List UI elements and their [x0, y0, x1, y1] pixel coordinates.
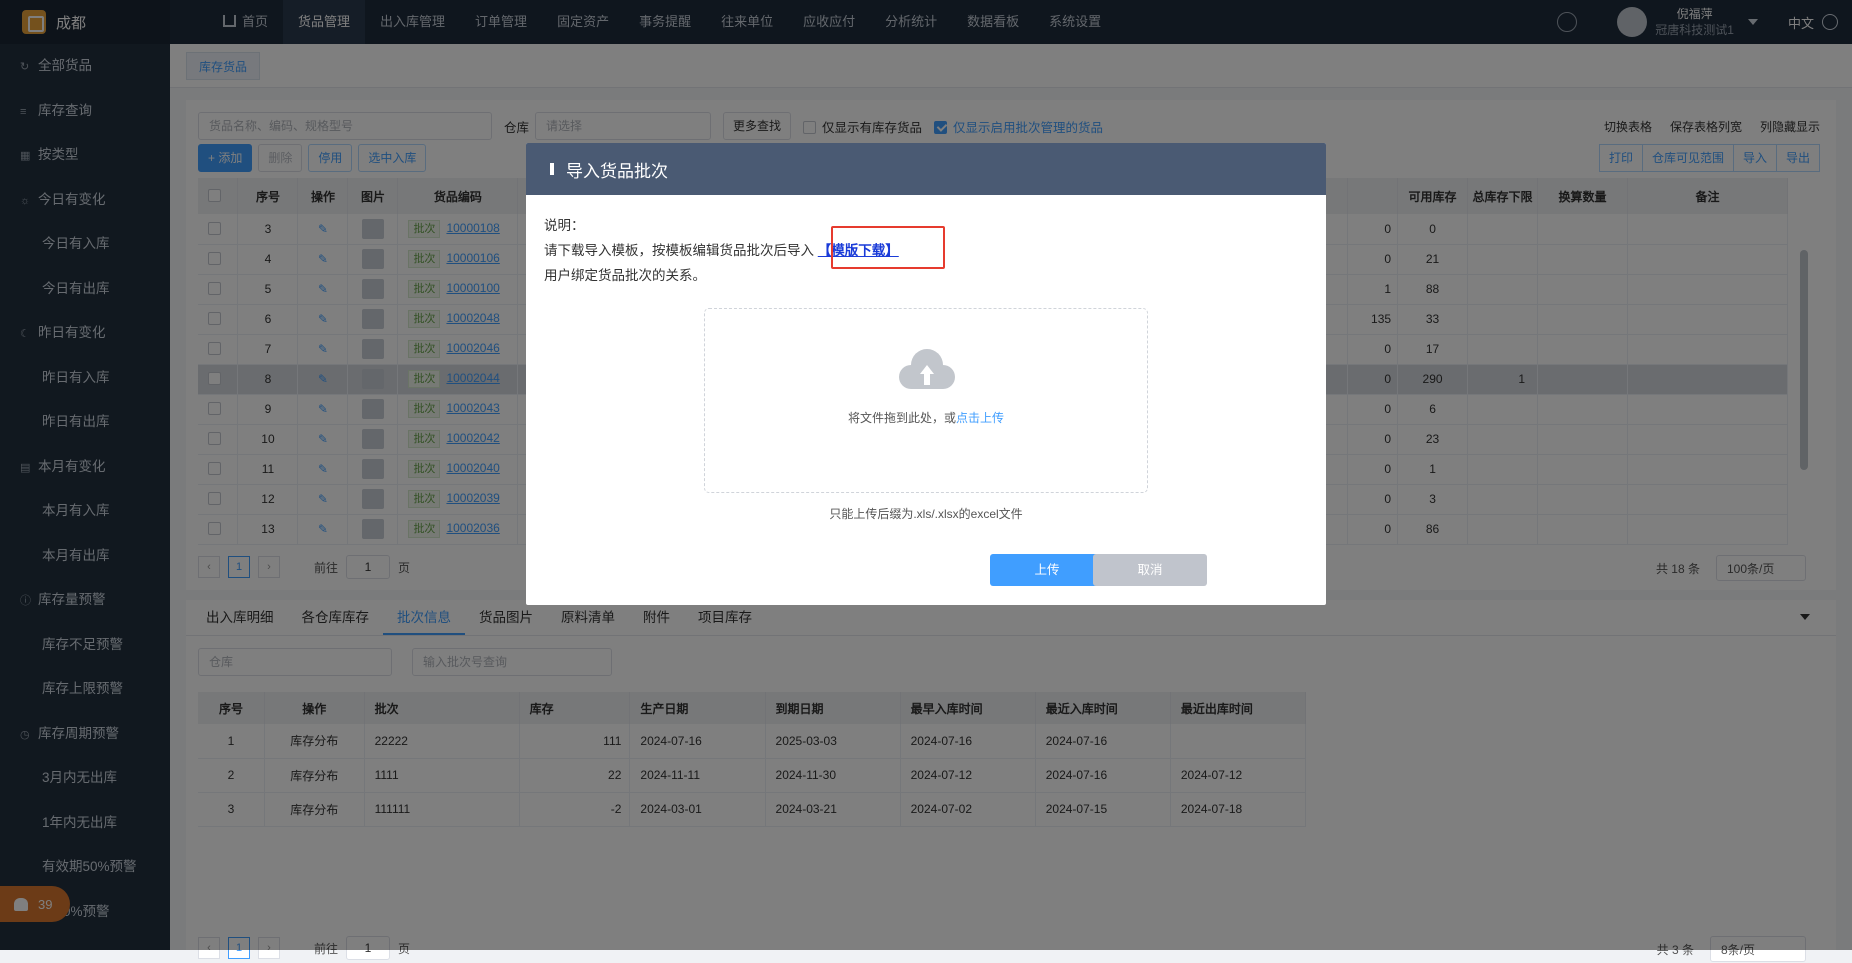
upload-cloud-icon	[899, 349, 955, 389]
dialog-header: 导入货品批次	[526, 143, 1326, 195]
import-batch-dialog: 导入货品批次 说明： 请下载导入模板，按模板编辑货品批次后导入 【模版下载】 用…	[526, 143, 1326, 605]
drop-text: 将文件拖到此处，或	[847, 411, 956, 425]
click-upload-link[interactable]: 点击上传	[956, 411, 1004, 425]
dialog-title: 导入货品批次	[566, 161, 668, 181]
highlight-box	[831, 226, 945, 269]
cancel-button[interactable]: 取消	[1093, 554, 1207, 586]
title-bar-icon	[550, 163, 554, 175]
upload-button[interactable]: 上传	[990, 554, 1104, 586]
instruction-line1: 请下载导入模板，按模板编辑货品批次后导入	[544, 243, 814, 258]
file-drop-zone[interactable]: 将文件拖到此处，或点击上传	[704, 308, 1148, 493]
file-type-tip: 只能上传后缀为.xls/.xlsx的excel文件	[829, 507, 1023, 521]
